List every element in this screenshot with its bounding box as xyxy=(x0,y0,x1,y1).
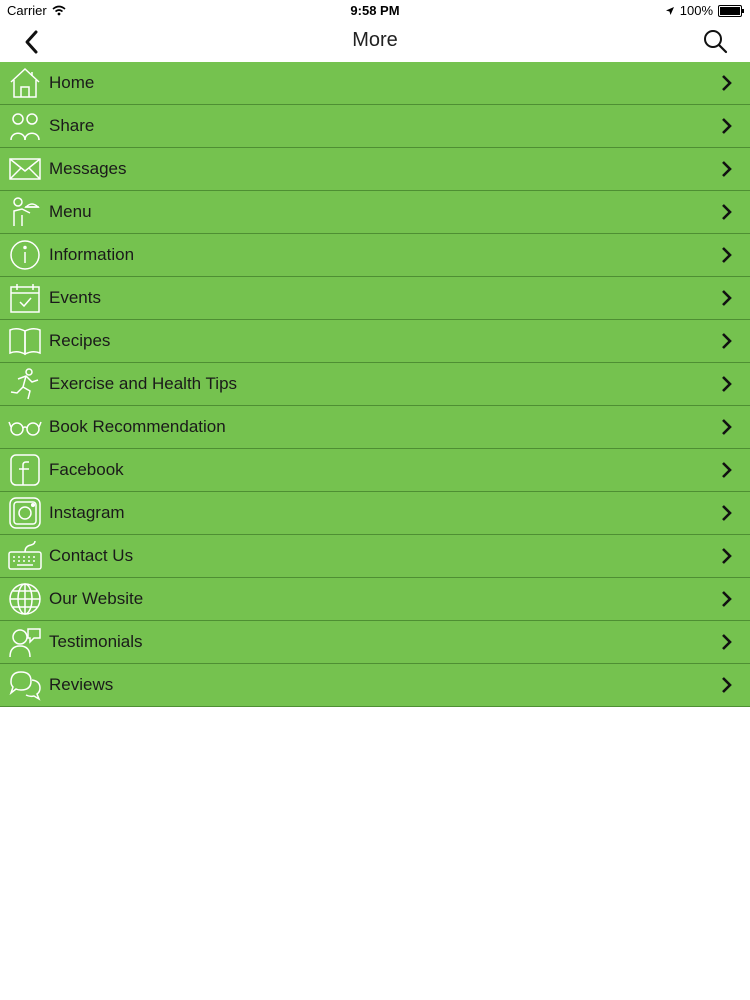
testimonial-icon xyxy=(9,628,41,658)
menu-item-events[interactable]: Events xyxy=(0,277,750,320)
menu-item-label: Home xyxy=(49,73,95,92)
menu-item-facebook[interactable]: Facebook xyxy=(0,449,750,492)
envelope-icon xyxy=(9,158,41,180)
facebook-icon xyxy=(10,454,40,486)
chevron-right-icon xyxy=(722,118,732,134)
home-icon xyxy=(10,67,40,98)
share-icon xyxy=(10,113,40,141)
menu-item-label: Share xyxy=(49,116,95,135)
menu-item-label: Instagram xyxy=(49,503,125,522)
menu-item-contact-us[interactable]: Contact Us xyxy=(0,535,750,578)
menu-item-share[interactable]: Share xyxy=(0,105,750,148)
globe-icon xyxy=(9,583,41,615)
glasses-icon xyxy=(8,421,42,436)
instagram-icon xyxy=(9,497,41,529)
menu-item-exercise[interactable]: Exercise and Health Tips xyxy=(0,363,750,406)
menu-item-our-website[interactable]: Our Website xyxy=(0,578,750,621)
menu-item-menu[interactable]: Menu xyxy=(0,191,750,234)
info-icon xyxy=(10,240,40,270)
chevron-right-icon xyxy=(722,591,732,607)
chevron-right-icon xyxy=(722,548,732,564)
menu-item-label: Menu xyxy=(49,202,92,221)
menu-item-label: Messages xyxy=(49,159,127,178)
menu-item-information[interactable]: Information xyxy=(0,234,750,277)
chevron-right-icon xyxy=(722,204,732,220)
status-bar: Carrier 9:58 PM 100% xyxy=(0,0,750,22)
menu-item-label: Events xyxy=(49,288,101,307)
menu-item-label: Reviews xyxy=(49,675,114,694)
chevron-right-icon xyxy=(722,247,732,263)
menu-item-recipes[interactable]: Recipes xyxy=(0,320,750,363)
menu-item-label: Testimonials xyxy=(49,632,143,651)
location-arrow-icon xyxy=(665,6,674,15)
chevron-right-icon xyxy=(722,634,732,650)
waiter-icon xyxy=(13,197,40,226)
search-icon[interactable] xyxy=(702,28,728,54)
chevron-right-icon xyxy=(722,161,732,177)
menu-item-label: Facebook xyxy=(49,460,124,479)
menu-item-label: Book Recommendation xyxy=(49,417,226,436)
menu-item-label: Contact Us xyxy=(49,546,134,565)
chevron-right-icon xyxy=(722,290,732,306)
menu-item-label: Our Website xyxy=(49,589,144,608)
chevron-right-icon xyxy=(722,677,732,693)
chat-bubbles-icon xyxy=(9,671,41,701)
chevron-right-icon xyxy=(722,75,732,91)
page-title: More xyxy=(352,29,398,51)
book-icon xyxy=(9,327,41,356)
battery-percent: 100% xyxy=(679,3,713,18)
menu-item-reviews[interactable]: Reviews xyxy=(0,664,750,707)
menu-item-label: Exercise and Health Tips xyxy=(49,374,238,393)
chevron-right-icon xyxy=(722,419,732,435)
menu-item-messages[interactable]: Messages xyxy=(0,148,750,191)
menu-item-book-recommendation[interactable]: Book Recommendation xyxy=(0,406,750,449)
menu-item-label: Information xyxy=(49,245,135,264)
menu-item-home[interactable]: Home xyxy=(0,62,750,105)
battery-icon xyxy=(718,4,744,17)
running-icon xyxy=(10,368,39,400)
chevron-right-icon xyxy=(722,333,732,349)
status-right: 100% xyxy=(665,3,744,18)
chevron-right-icon xyxy=(722,462,732,478)
nav-bar: More xyxy=(0,22,750,62)
status-time: 9:58 PM xyxy=(350,3,400,18)
menu-item-instagram[interactable]: Instagram xyxy=(0,492,750,535)
menu-item-testimonials[interactable]: Testimonials xyxy=(0,621,750,664)
chevron-right-icon xyxy=(722,505,732,521)
calendar-icon xyxy=(10,284,40,313)
chevron-right-icon xyxy=(722,376,732,392)
keyboard-icon xyxy=(8,540,42,570)
menu-item-label: Recipes xyxy=(49,331,111,350)
menu-list: Home Share Messages Menu Information Eve… xyxy=(0,62,750,707)
